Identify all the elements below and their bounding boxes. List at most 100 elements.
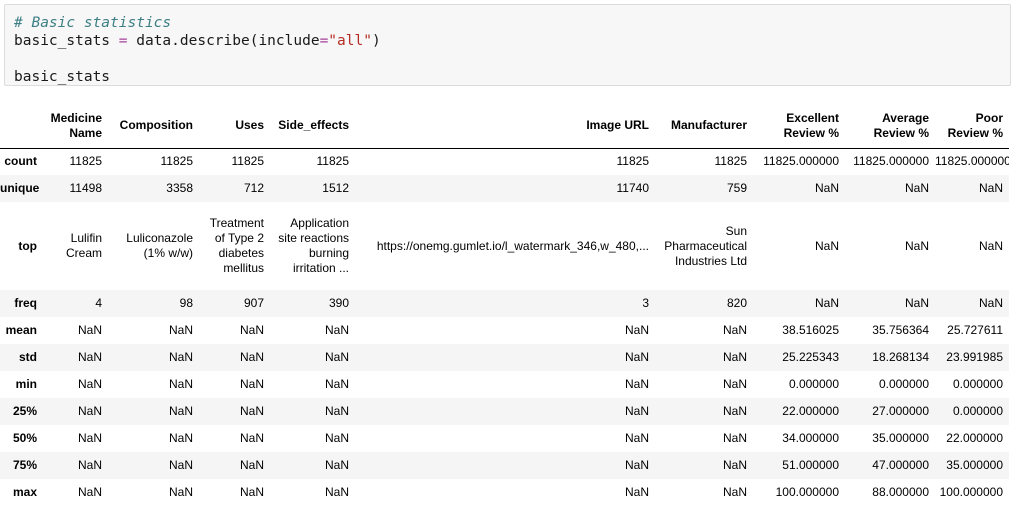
code-variable: basic_stats <box>14 33 111 49</box>
table-cell: NaN <box>77 377 102 391</box>
table-cell: NaN <box>722 431 747 445</box>
table-cell: 0.000000 <box>788 377 839 391</box>
column-header: Composition <box>108 104 199 149</box>
row-label: max <box>12 485 37 499</box>
table-row: 75% NaN NaN NaN NaN NaN NaN 51.000000 47.000000 3… <box>0 452 1009 479</box>
table-cell: https://onemg.gumlet.io/l_watermark_346,… <box>376 238 649 253</box>
table-cell: NaN <box>904 296 929 310</box>
table-cell: 88.000000 <box>872 485 929 499</box>
table-cell: NaN <box>814 181 839 195</box>
row-label: 75% <box>12 458 37 472</box>
table-cell: NaN <box>324 458 349 472</box>
code-line-4: basic_stats <box>14 68 381 86</box>
table-cell: NaN <box>722 323 747 337</box>
code-line-1: # Basic statistics <box>14 14 381 32</box>
table-cell: NaN <box>239 323 264 337</box>
table-cell: NaN <box>168 431 193 445</box>
row-label: std <box>19 350 37 364</box>
table-cell: 11825 <box>69 154 102 169</box>
table-cell: 38.516025 <box>782 323 839 337</box>
table-cell: 35.756364 <box>872 323 929 337</box>
table-cell: NaN <box>168 485 193 499</box>
column-header: Manufacturer <box>655 104 753 149</box>
table-row: freq 4 98 907 390 3 820 NaN NaN NaN <box>0 290 1009 317</box>
row-label: 50% <box>12 431 37 445</box>
table-cell: NaN <box>814 296 839 310</box>
table-row: count 11825 11825 11825 11825 11825 11825 11825… <box>0 148 1009 175</box>
cell-output: Medicine Name Composition Uses Side_effe… <box>0 104 1024 509</box>
table-cell: NaN <box>239 458 264 472</box>
table-cell: 820 <box>726 296 747 310</box>
code-kwarg-operator: = <box>319 33 329 49</box>
table-cell: NaN <box>168 404 193 418</box>
table-cell: NaN <box>904 181 929 195</box>
table-body: count 11825 11825 11825 11825 11825 11825 11825… <box>0 148 1009 506</box>
row-label: count <box>4 154 37 169</box>
table-cell: Lulifin Cream <box>65 231 102 260</box>
table-cell: 11825 <box>616 154 649 169</box>
table-cell: Sun Pharmaceutical Industries Ltd <box>664 223 747 268</box>
table-cell: 11825 <box>316 154 349 169</box>
table-cell: 34.000000 <box>782 431 839 445</box>
table-row: std NaN NaN NaN NaN NaN NaN 25.225343 18.268134 2… <box>0 344 1009 371</box>
row-label: mean <box>5 323 37 337</box>
table-cell: NaN <box>77 458 102 472</box>
table-cell: NaN <box>324 323 349 337</box>
column-header: Side_effects <box>270 104 355 149</box>
column-header: Average Review % <box>845 104 935 149</box>
table-cell: 11498 <box>69 181 102 195</box>
row-label: 25% <box>12 404 37 418</box>
table-row: min NaN NaN NaN NaN NaN NaN 0.000000 0.000000 0.0… <box>0 371 1009 398</box>
table-cell: 27.000000 <box>872 404 929 418</box>
table-cell: NaN <box>77 431 102 445</box>
table-cell: NaN <box>978 238 1003 253</box>
column-header <box>0 104 43 149</box>
table-cell: NaN <box>624 485 649 499</box>
table-cell: NaN <box>168 350 193 364</box>
table-row: max NaN NaN NaN NaN NaN NaN 100.000000 88.000000… <box>0 479 1009 506</box>
table-cell: NaN <box>722 350 747 364</box>
table-cell: 11825 <box>160 154 193 169</box>
column-header: Image URL <box>355 104 655 149</box>
table-cell: 0.000000 <box>878 377 929 391</box>
row-label: min <box>15 377 37 391</box>
table-cell: 22.000000 <box>782 404 839 418</box>
table-cell: 11825.000000 <box>853 154 929 169</box>
table-cell: 11825.000000 <box>935 154 1009 169</box>
table-cell: 47.000000 <box>872 458 929 472</box>
table-cell: 3 <box>642 296 649 310</box>
table-cell: 11740 <box>616 181 649 195</box>
table-cell: 0.000000 <box>952 377 1003 391</box>
table-cell: NaN <box>978 296 1003 310</box>
table-row: unique 11498 3358 712 1512 11740 759 NaN NaN NaN <box>0 175 1009 202</box>
table-cell: NaN <box>624 458 649 472</box>
table-cell: NaN <box>324 485 349 499</box>
table-cell: 712 <box>243 181 264 195</box>
code-string-arg: "all" <box>328 33 372 49</box>
table-cell: NaN <box>722 485 747 499</box>
table-row: 25% NaN NaN NaN NaN NaN NaN 22.000000 27.000000 0… <box>0 398 1009 425</box>
table-cell: 11825 <box>714 154 747 169</box>
table-cell: NaN <box>324 377 349 391</box>
table-cell: 1512 <box>322 181 349 195</box>
code-cell[interactable]: # Basic statistics basic_stats = data.des… <box>4 4 1011 86</box>
code-call-close: ) <box>371 33 381 49</box>
table-cell: 11825 <box>231 154 264 169</box>
table-cell: 35.000000 <box>946 458 1003 472</box>
code-editor[interactable]: # Basic statistics basic_stats = data.des… <box>14 14 381 86</box>
table-cell: 390 <box>328 296 349 310</box>
table-cell: Treatment of Type 2 diabetes mellitus <box>209 216 264 275</box>
table-cell: 907 <box>243 296 264 310</box>
table-cell: Application site reactions burning irrit… <box>278 216 349 275</box>
table-cell: NaN <box>77 323 102 337</box>
code-call: data.describe(include <box>136 33 320 49</box>
table-cell: NaN <box>77 404 102 418</box>
table-cell: NaN <box>722 458 747 472</box>
table-cell: 18.268134 <box>872 350 929 364</box>
table-cell: 100.000000 <box>775 485 839 499</box>
table-row: top Lulifin Cream Luliconazole (1% w/w) Tre… <box>0 202 1009 290</box>
table-cell: NaN <box>239 377 264 391</box>
table-cell: NaN <box>239 485 264 499</box>
row-label: freq <box>14 296 37 310</box>
row-label: unique <box>0 181 40 195</box>
